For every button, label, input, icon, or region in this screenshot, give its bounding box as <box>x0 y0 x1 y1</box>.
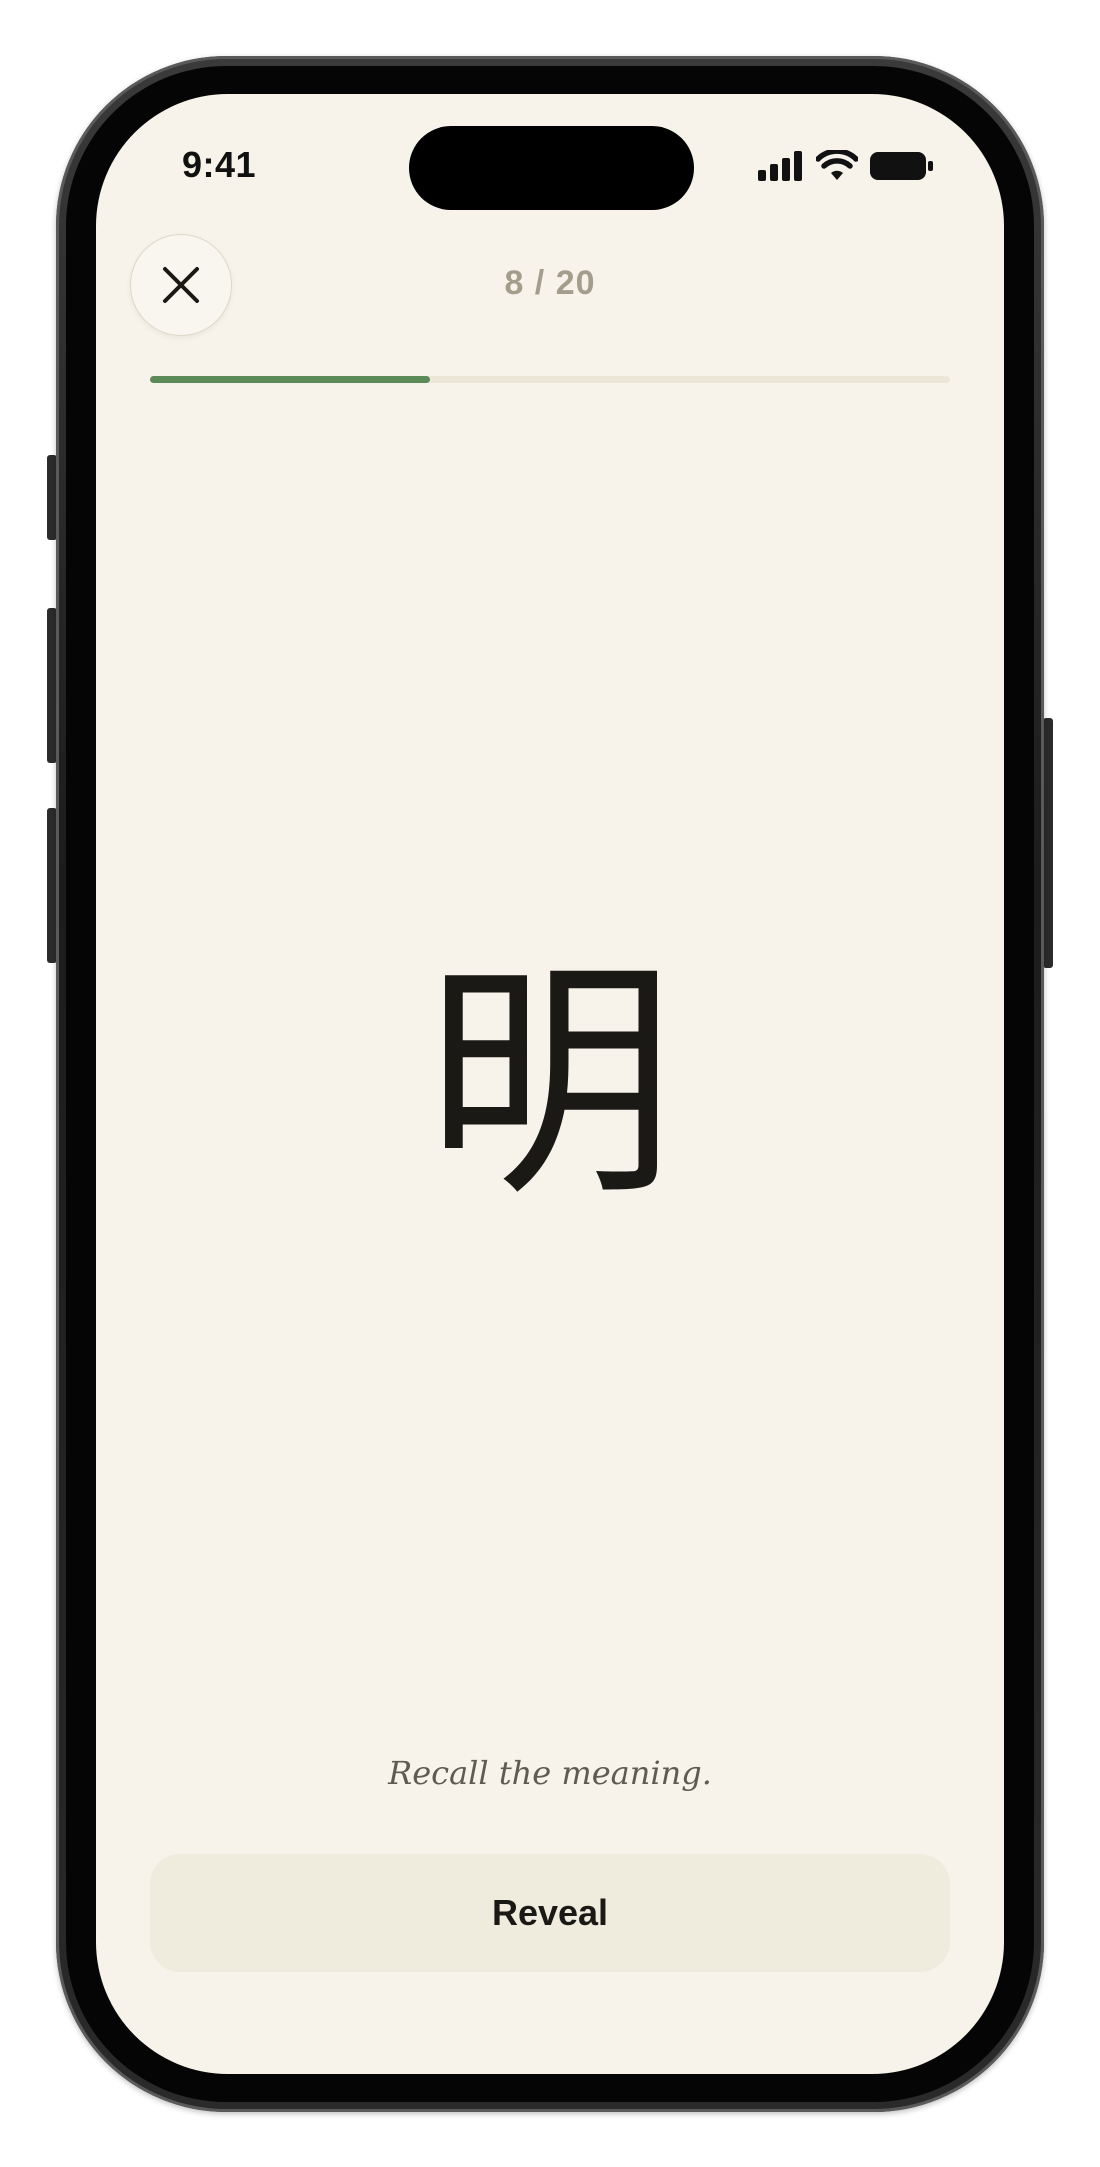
flashcard-character: 明 <box>425 938 675 1229</box>
dynamic-island <box>409 126 694 210</box>
phone-frame: 9:41 8 / 20 明 Recall the meaning. Reveal <box>56 56 1044 2112</box>
battery-icon <box>870 152 933 180</box>
status-icons <box>758 150 934 182</box>
progress-bar <box>150 376 950 383</box>
power-button <box>1043 718 1053 968</box>
device-mockup: 9:41 8 / 20 明 Recall the meaning. Reveal <box>0 0 1100 2167</box>
wifi-icon <box>816 150 858 180</box>
progress-fill <box>150 376 430 383</box>
status-time: 9:41 <box>182 144 257 185</box>
card-counter: 8 / 20 <box>504 264 596 302</box>
app-screen: 9:41 8 / 20 明 Recall the meaning. Reveal <box>96 94 1004 2074</box>
reveal-button[interactable]: Reveal <box>150 1854 950 1972</box>
recall-prompt: Recall the meaning. <box>388 1754 712 1792</box>
cellular-signal-icon <box>758 151 802 181</box>
